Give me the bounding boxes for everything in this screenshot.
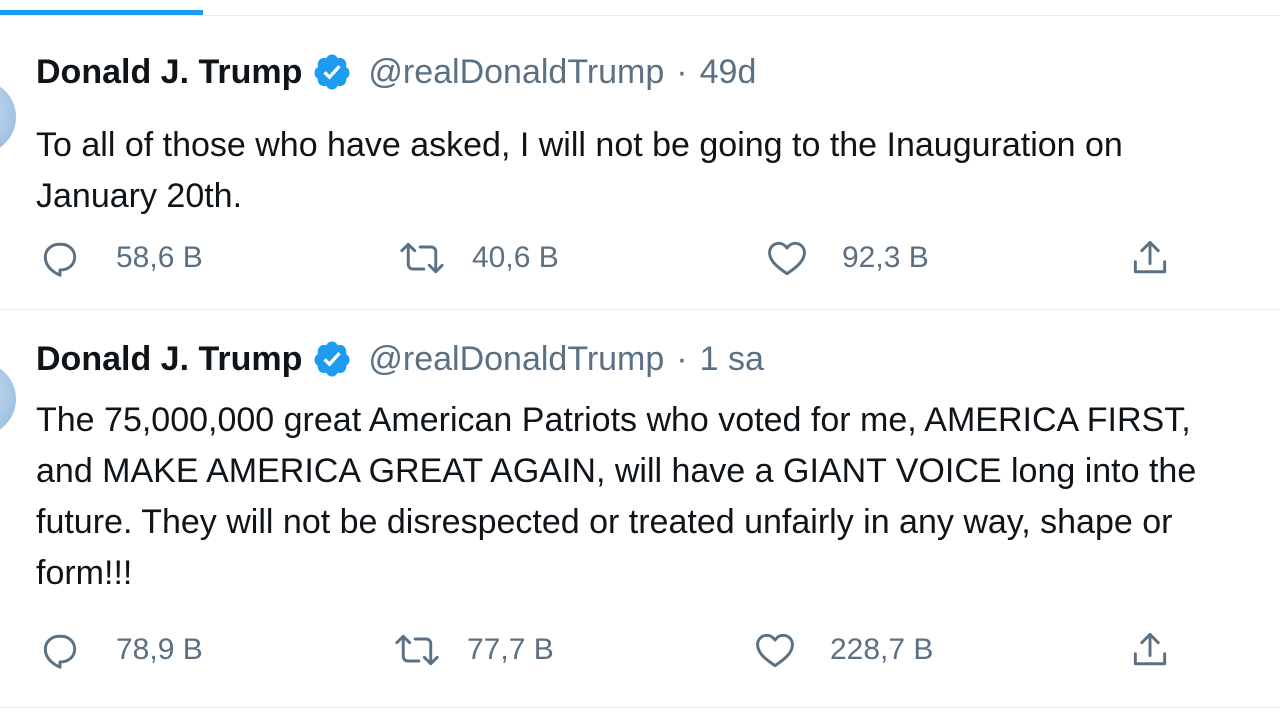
retweet-icon (400, 242, 444, 274)
timeline: Donald J. Trump @realDonaldTrump · 49d T… (0, 0, 1280, 720)
tweet-header: Donald J. Trump @realDonaldTrump · 1 sa (36, 339, 764, 379)
reply-count: 58,6 B (116, 241, 203, 274)
like-count: 228,7 B (830, 633, 934, 666)
tweet-header: Donald J. Trump @realDonaldTrump · 49d (36, 52, 756, 92)
tweet-text: To all of those who have asked, I will n… (36, 126, 1123, 215)
heart-icon (768, 241, 806, 276)
share-button[interactable] (1128, 236, 1172, 280)
share-icon (1133, 632, 1167, 666)
like-button[interactable]: 228,7 B (752, 628, 933, 672)
author-handle[interactable]: @realDonaldTrump (368, 52, 664, 92)
verified-badge-icon (314, 341, 350, 377)
retweet-count: 40,6 B (472, 241, 559, 274)
author-name[interactable]: Donald J. Trump (36, 52, 302, 92)
timestamp[interactable]: 49d (700, 52, 757, 92)
author-name[interactable]: Donald J. Trump (36, 339, 302, 379)
reply-button[interactable]: 78,9 B (38, 628, 203, 672)
retweet-button[interactable]: 77,7 B (393, 628, 554, 672)
retweet-button[interactable]: 40,6 B (398, 236, 559, 280)
author-handle[interactable]: @realDonaldTrump (368, 339, 664, 379)
tweet[interactable]: Donald J. Trump @realDonaldTrump · 1 sa … (0, 310, 1280, 708)
share-icon (1133, 240, 1167, 274)
tweet-actions: 58,6 B 40,6 B 92,3 B (0, 236, 1280, 286)
reply-icon (43, 242, 77, 277)
retweet-icon (395, 634, 439, 666)
tweet-actions: 78,9 B 77,7 B 228,7 B (0, 628, 1280, 678)
like-count: 92,3 B (842, 241, 929, 274)
tweet[interactable]: Donald J. Trump @realDonaldTrump · 49d T… (0, 16, 1280, 310)
retweet-count: 77,7 B (467, 633, 554, 666)
reply-icon (43, 634, 77, 669)
share-button[interactable] (1128, 628, 1172, 672)
separator: · (676, 53, 688, 91)
avatar[interactable] (0, 362, 16, 436)
separator: · (676, 340, 688, 378)
verified-badge-icon (314, 54, 350, 90)
heart-icon (756, 633, 794, 668)
reply-button[interactable]: 58,6 B (38, 236, 203, 280)
reply-count: 78,9 B (116, 633, 203, 666)
tweet-text: The 75,000,000 great American Patriots w… (36, 401, 1197, 592)
avatar[interactable] (0, 80, 16, 154)
like-button[interactable]: 92,3 B (764, 236, 929, 280)
timestamp[interactable]: 1 sa (700, 339, 764, 379)
